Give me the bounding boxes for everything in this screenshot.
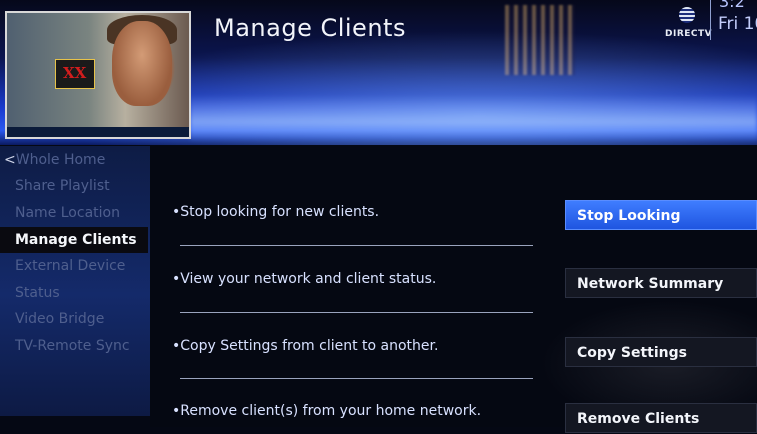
- row-description-text: Copy Settings from client to another.: [180, 338, 439, 354]
- sidebar-item-label: Share Playlist: [15, 178, 110, 194]
- network-summary-button[interactable]: Network Summary: [565, 268, 757, 298]
- page-title: Manage Clients: [214, 14, 406, 42]
- stop-looking-button[interactable]: Stop Looking: [565, 200, 757, 230]
- clock-time: 3:2: [719, 0, 745, 11]
- live-tv-preview[interactable]: [5, 11, 191, 139]
- clock-date: Fri 10: [718, 14, 757, 34]
- brand: DIRECTV: [665, 7, 713, 42]
- sidebar-item-label: External Device: [15, 258, 126, 274]
- row-description-text: Remove client(s) from your home network.: [180, 403, 482, 419]
- att-globe-icon: [679, 7, 695, 23]
- banner-decoration: [505, 5, 575, 75]
- sidebar-item-label: Whole Home: [15, 152, 106, 168]
- sidebar-item-whole-home[interactable]: <Whole Home: [0, 147, 148, 173]
- back-arrow-icon: <: [4, 152, 16, 168]
- preview-figure-face: [112, 21, 172, 106]
- row-divider: [180, 378, 533, 379]
- sidebar-item-manage-clients[interactable]: Manage Clients: [0, 227, 148, 253]
- sidebar-item-label: TV-Remote Sync: [15, 338, 130, 354]
- row-description: •Stop looking for new clients.: [172, 204, 379, 220]
- sidebar-item-tv-remote-sync[interactable]: TV-Remote Sync: [0, 333, 148, 359]
- sidebar-item-external-device[interactable]: External Device: [0, 253, 148, 279]
- row-divider: [180, 312, 533, 313]
- brand-name: DIRECTV: [665, 29, 713, 39]
- row-description: •View your network and client status.: [172, 271, 436, 287]
- remove-clients-button[interactable]: Remove Clients: [565, 403, 757, 433]
- row-description-text: View your network and client status.: [180, 271, 437, 287]
- row-description-text: Stop looking for new clients.: [180, 204, 380, 220]
- banner-wave: [190, 95, 757, 140]
- copy-settings-button[interactable]: Copy Settings: [565, 337, 757, 367]
- row-description: •Copy Settings from client to another.: [172, 338, 438, 354]
- sidebar-item-video-bridge[interactable]: Video Bridge: [0, 306, 148, 332]
- sidebar-item-label: Manage Clients: [15, 232, 137, 248]
- sidebar-item-label: Video Bridge: [15, 311, 105, 327]
- preview-logo-badge: [55, 59, 95, 89]
- row-description: •Remove client(s) from your home network…: [172, 403, 481, 419]
- sidebar-item-label: Status: [15, 285, 60, 301]
- row-divider: [180, 245, 533, 246]
- header-divider: [710, 0, 711, 40]
- preview-ticker: [7, 127, 189, 137]
- sidebar-item-name-location[interactable]: Name Location: [0, 200, 148, 226]
- sidebar-item-share-playlist[interactable]: Share Playlist: [0, 173, 148, 199]
- sidebar-item-status[interactable]: Status: [0, 280, 148, 306]
- sidebar-item-label: Name Location: [15, 205, 120, 221]
